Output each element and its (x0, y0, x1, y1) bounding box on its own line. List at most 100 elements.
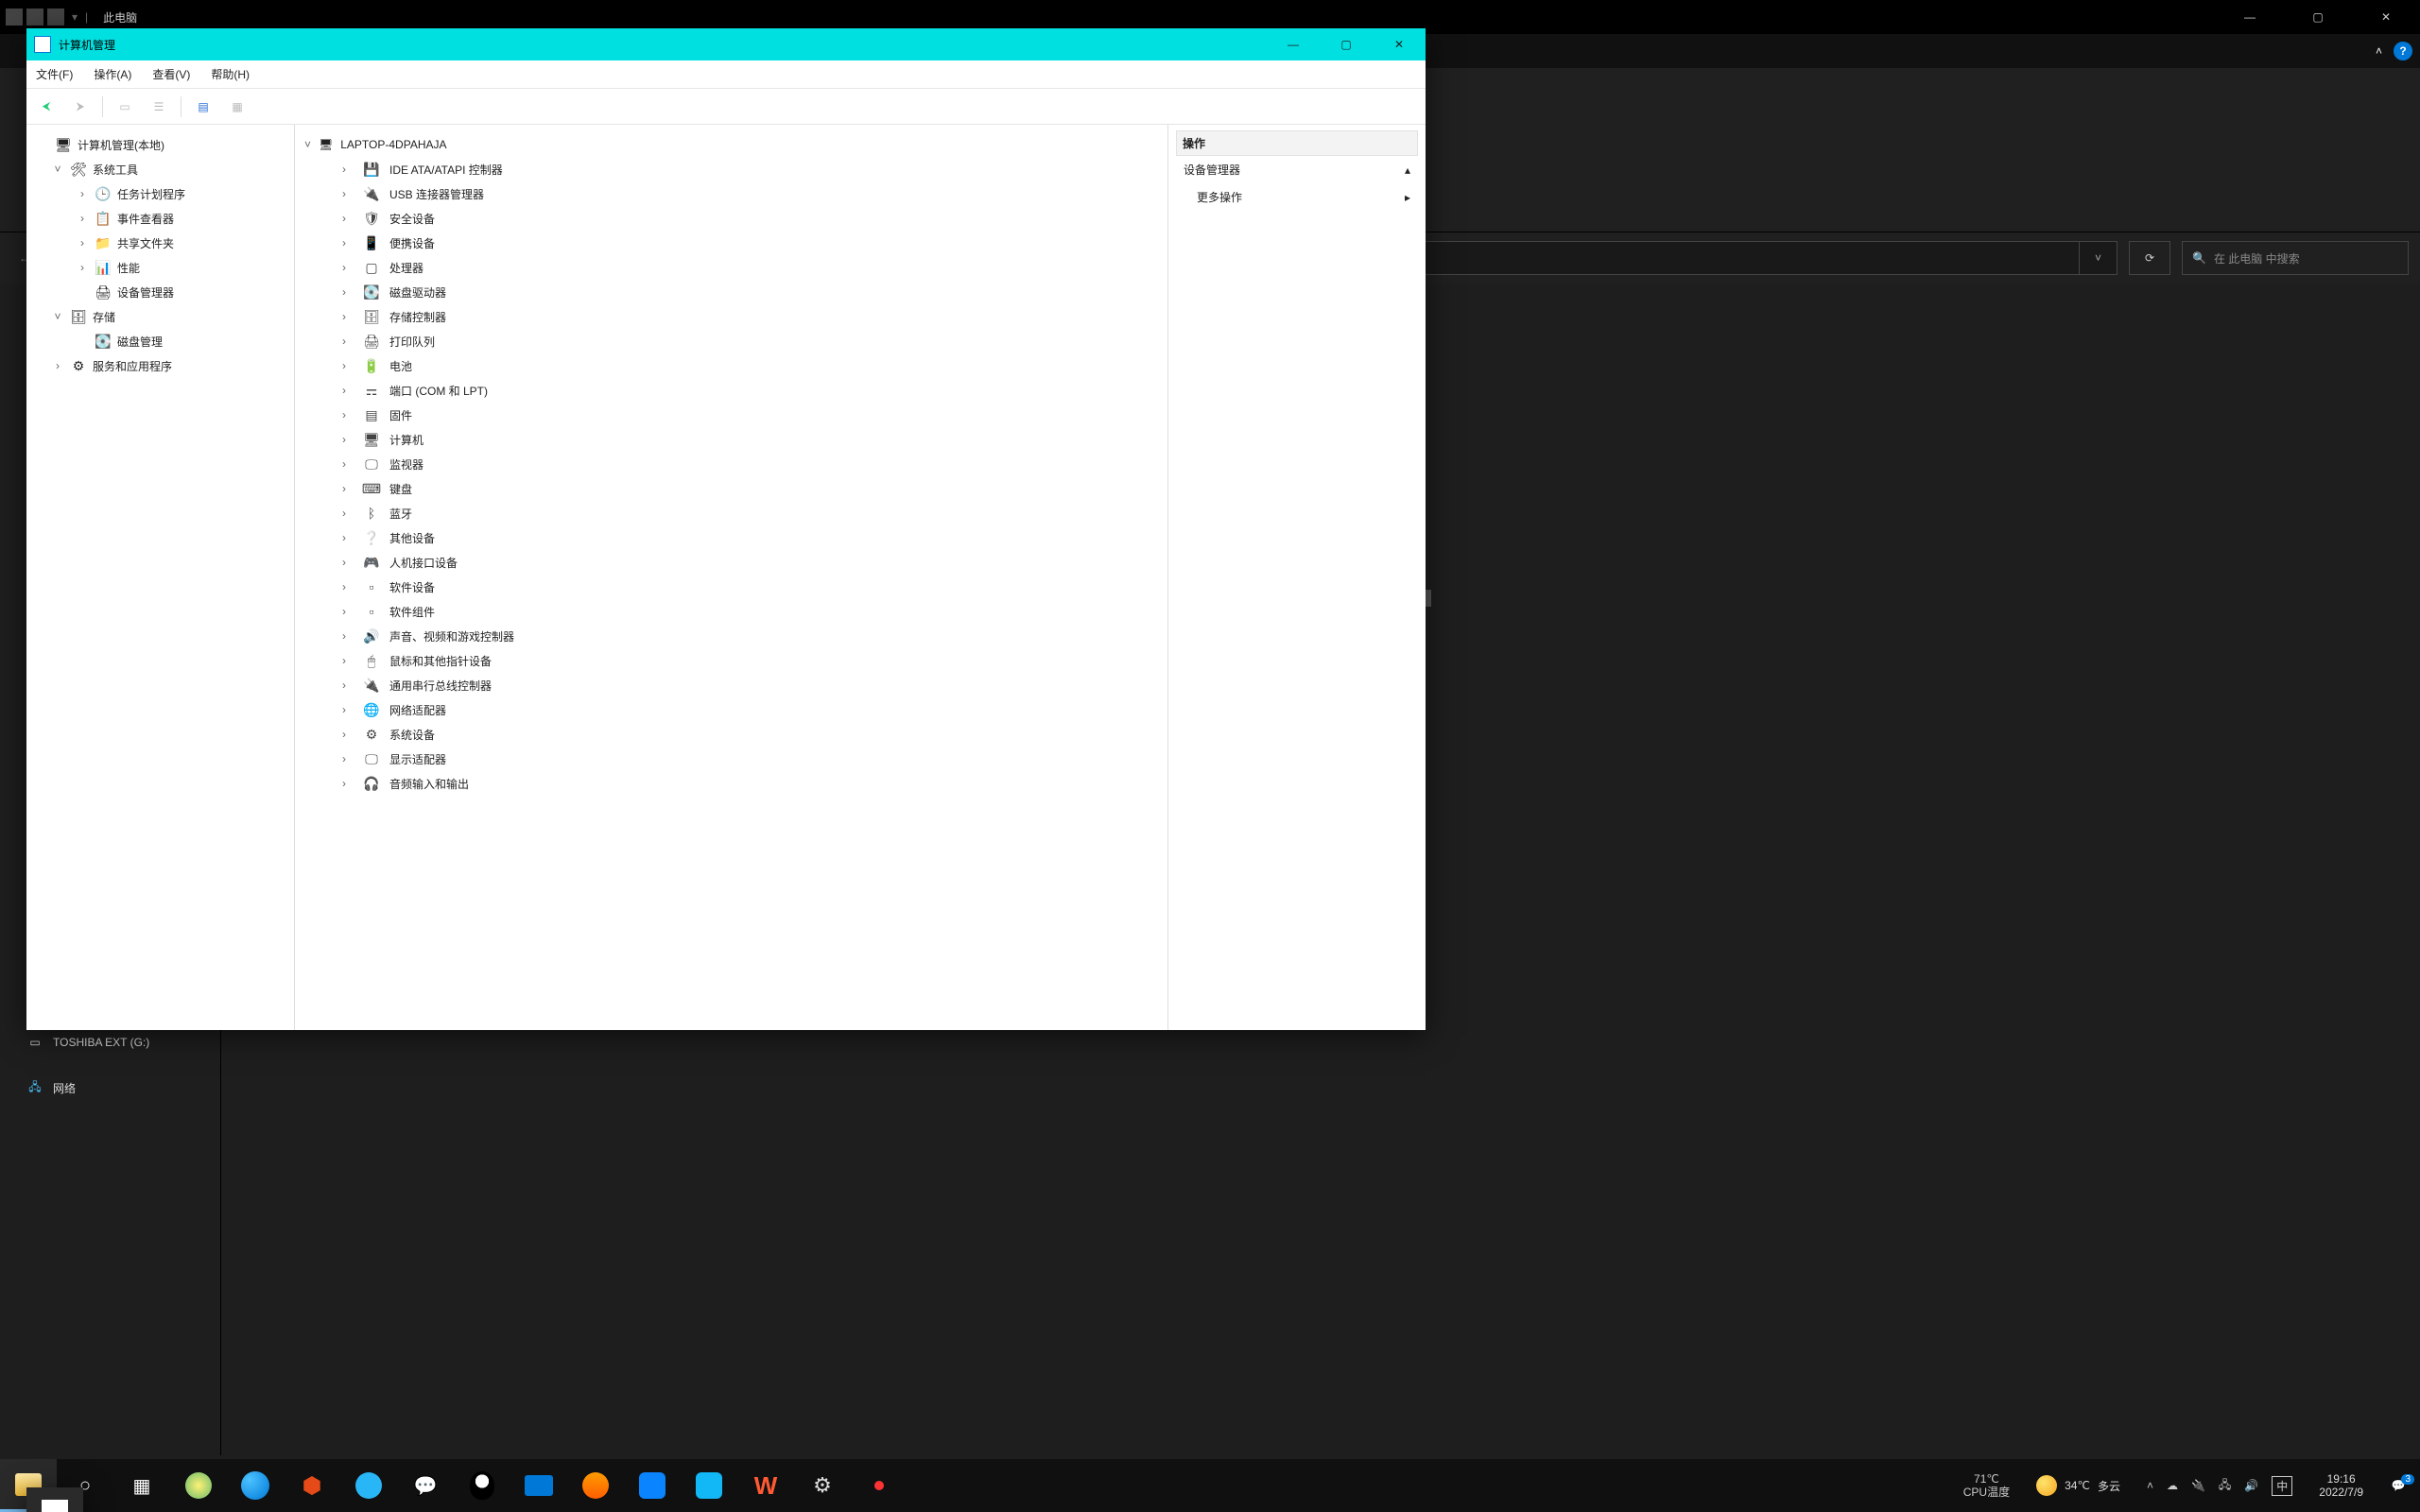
clock[interactable]: 19:16 2022/7/9 (2306, 1472, 2377, 1500)
nav-event-viewer[interactable]: 事件查看器 (117, 211, 174, 227)
taskbar-app[interactable] (624, 1459, 681, 1512)
device-label: 安全设备 (389, 211, 435, 227)
device-category[interactable]: ›❔其他设备 (304, 525, 1158, 550)
nav-back-button[interactable]: ⮜ (34, 94, 59, 119)
actions-more[interactable]: 更多操作 ▸ (1176, 183, 1418, 211)
taskbar-settings[interactable]: ⚙ (794, 1459, 851, 1512)
sidebar-item-network[interactable]: 🖧 网络 (0, 1074, 220, 1102)
up-button[interactable]: ▭ (112, 94, 137, 119)
mmc-menubar: 文件(F) 操作(A) 查看(V) 帮助(H) (26, 60, 1426, 89)
refresh-button[interactable]: ⟳ (2129, 241, 2170, 275)
nav-shared-folders[interactable]: 共享文件夹 (117, 235, 174, 251)
nav-storage[interactable]: 存储 (93, 309, 115, 325)
system-tray[interactable]: ˄ ☁ 🔌 🖧 🔊 中 (2134, 1476, 2306, 1496)
task-view-button[interactable]: ▦ (113, 1459, 170, 1512)
device-category[interactable]: ›💽磁盘驱动器 (304, 280, 1158, 304)
ime-indicator[interactable]: 中 (2272, 1476, 2292, 1496)
ribbon-collapse-icon[interactable]: ˄ (2376, 44, 2382, 58)
actions-header: 操作 (1176, 130, 1418, 156)
taskbar-ie[interactable] (340, 1459, 397, 1512)
nav-root[interactable]: 计算机管理(本地) (78, 137, 164, 153)
refresh-button[interactable]: ▦ (225, 94, 250, 119)
minimize-button[interactable]: — (2216, 0, 2284, 34)
actions-group[interactable]: 设备管理器 ▴ (1176, 156, 1418, 183)
weather-widget[interactable]: 34℃ 多云 (2023, 1475, 2134, 1496)
tray-network-icon[interactable]: 🖧 (2219, 1476, 2231, 1496)
device-category[interactable]: ›🖵监视器 (304, 452, 1158, 476)
menu-file[interactable]: 文件(F) (36, 66, 73, 82)
taskbar-mail[interactable] (510, 1459, 567, 1512)
sidebar-item-toshiba[interactable]: ▭ TOSHIBA EXT (G:) (0, 1028, 220, 1057)
device-category[interactable]: ›🖥计算机 (304, 427, 1158, 452)
device-category[interactable]: ›🗄存储控制器 (304, 304, 1158, 329)
search-input[interactable]: 🔍 在 此电脑 中搜索 (2182, 241, 2409, 275)
taskbar-mmc[interactable] (26, 1487, 83, 1512)
cpu-temp-label: CPU温度 (1963, 1486, 2010, 1499)
collapse-icon[interactable]: ▴ (1405, 163, 1410, 177)
taskbar-qq[interactable] (454, 1459, 510, 1512)
mmc-nav-tree[interactable]: 🖥计算机管理(本地) ˅🛠系统工具 ›🕒任务计划程序 ›📋事件查看器 ›📁共享文… (26, 125, 295, 1030)
window-title: 计算机管理 (59, 37, 115, 53)
device-category[interactable]: ›▫软件组件 (304, 599, 1158, 624)
device-category[interactable]: ›⚙系统设备 (304, 722, 1158, 747)
taskbar-wechat[interactable]: 💬 (397, 1459, 454, 1512)
device-category[interactable]: ›🔌通用串行总线控制器 (304, 673, 1158, 697)
device-category[interactable]: ›🎮人机接口设备 (304, 550, 1158, 575)
tray-chevron-icon[interactable]: ˄ (2147, 1479, 2153, 1492)
menu-view[interactable]: 查看(V) (152, 66, 190, 82)
nav-disk-management[interactable]: 磁盘管理 (117, 334, 163, 350)
menu-action[interactable]: 操作(A) (94, 66, 131, 82)
nav-device-manager[interactable]: 设备管理器 (117, 284, 174, 301)
device-category[interactable]: ›🔌USB 连接器管理器 (304, 181, 1158, 206)
tray-power-icon[interactable]: 🔌 (2191, 1479, 2205, 1492)
nav-systools[interactable]: 系统工具 (93, 162, 138, 178)
device-category[interactable]: ›🛡安全设备 (304, 206, 1158, 231)
device-category[interactable]: ›🌐网络适配器 (304, 697, 1158, 722)
device-category[interactable]: ›▢处理器 (304, 255, 1158, 280)
maximize-button[interactable]: ▢ (2284, 0, 2352, 34)
address-dropdown-icon[interactable]: ˅ (2079, 242, 2117, 274)
device-category[interactable]: ›🖵显示适配器 (304, 747, 1158, 771)
device-category[interactable]: ›📱便携设备 (304, 231, 1158, 255)
taskbar-app[interactable] (681, 1459, 737, 1512)
menu-help[interactable]: 帮助(H) (211, 66, 250, 82)
taskbar-edge[interactable] (227, 1459, 284, 1512)
properties-button[interactable]: ▤ (191, 94, 216, 119)
device-category[interactable]: ›ᛒ蓝牙 (304, 501, 1158, 525)
taskbar-wps[interactable]: W (737, 1459, 794, 1512)
device-manager-tree[interactable]: ˅ 🖥 LAPTOP-4DPAHAJA ›💾IDE ATA/ATAPI 控制器›… (295, 125, 1168, 1030)
nav-task-scheduler[interactable]: 任务计划程序 (117, 186, 185, 202)
minimize-button[interactable]: — (1267, 28, 1320, 60)
device-label: 电池 (389, 358, 412, 374)
device-root[interactable]: LAPTOP-4DPAHAJA (340, 138, 446, 151)
device-category[interactable]: ›▫软件设备 (304, 575, 1158, 599)
nav-performance[interactable]: 性能 (117, 260, 140, 276)
tray-volume-icon[interactable]: 🔊 (2244, 1479, 2258, 1492)
taskbar-office[interactable]: ⬢ (284, 1459, 340, 1512)
nav-forward-button[interactable]: ⮞ (68, 94, 93, 119)
cpu-temp-widget[interactable]: 71℃ CPU温度 (1950, 1472, 2023, 1500)
close-button[interactable]: ✕ (2352, 0, 2420, 34)
device-category[interactable]: ›🔊声音、视频和游戏控制器 (304, 624, 1158, 648)
device-category[interactable]: ›🖱鼠标和其他指针设备 (304, 648, 1158, 673)
maximize-button[interactable]: ▢ (1320, 28, 1373, 60)
nav-services[interactable]: 服务和应用程序 (93, 358, 172, 374)
mmc-titlebar[interactable]: 计算机管理 — ▢ ✕ (26, 28, 1426, 60)
taskbar-recording[interactable] (851, 1459, 908, 1512)
show-hide-button[interactable]: ☰ (147, 94, 171, 119)
device-category[interactable]: ›🎧音频输入和输出 (304, 771, 1158, 796)
help-icon[interactable]: ? (2394, 42, 2412, 60)
taskbar-app[interactable] (170, 1459, 227, 1512)
device-category[interactable]: ›⌨键盘 (304, 476, 1158, 501)
device-icon: 🎧 (363, 775, 380, 792)
device-category[interactable]: ›▤固件 (304, 403, 1158, 427)
close-button[interactable]: ✕ (1373, 28, 1426, 60)
tray-cloud-icon[interactable]: ☁ (2167, 1479, 2178, 1492)
taskbar-app[interactable] (567, 1459, 624, 1512)
device-category[interactable]: ›⚎端口 (COM 和 LPT) (304, 378, 1158, 403)
device-category[interactable]: ›💾IDE ATA/ATAPI 控制器 (304, 157, 1158, 181)
device-category[interactable]: ›🖨打印队列 (304, 329, 1158, 353)
notification-center[interactable]: 💬 3 (2377, 1479, 2420, 1492)
device-category[interactable]: ›🔋电池 (304, 353, 1158, 378)
device-icon: 📱 (363, 234, 380, 251)
